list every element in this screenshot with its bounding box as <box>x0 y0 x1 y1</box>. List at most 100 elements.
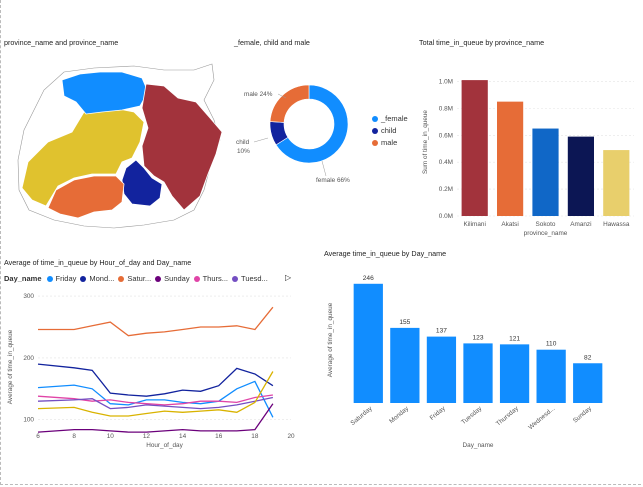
y-tick-label: 0.0M <box>439 213 453 220</box>
line-legend-item[interactable]: Satur... <box>118 274 151 283</box>
x-tick-label: 18 <box>251 433 259 440</box>
x-tick-label: Friday <box>429 405 448 422</box>
bar-amanzi[interactable] <box>567 136 594 216</box>
legend-dot <box>46 275 53 282</box>
day-bar-title: Average time_in_queue by Day_name <box>324 249 447 258</box>
x-tick-label: 16 <box>215 433 223 440</box>
data-label: 123 <box>472 334 483 341</box>
legend-label: Satur... <box>127 274 152 283</box>
line-legend-item[interactable]: Thurs... <box>193 274 229 283</box>
legend-label: Mond... <box>89 274 115 283</box>
donut-label-female: female 66% <box>316 177 350 184</box>
x-tick-label: Monday <box>388 405 411 425</box>
legend-dot <box>80 275 87 282</box>
line-legend-title: Day_name <box>4 274 42 283</box>
line-legend-item[interactable]: Sunday <box>155 274 190 283</box>
legend-dot <box>372 127 378 134</box>
legend-label: Friday <box>55 274 77 283</box>
legend-dot <box>372 139 378 146</box>
donut-title: _female, child and male <box>234 38 310 47</box>
donut-visual[interactable]: _female, child and male male 24% child 10%… <box>234 38 408 198</box>
y-tick-label: 0.2M <box>439 186 453 193</box>
line-title: Average of time_in_queue by Hour_of_day … <box>4 258 192 267</box>
y-tick-label: 100 <box>23 417 34 424</box>
province-bar-chart[interactable]: 0.0M 0.2M 0.4M 0.6M 0.8M 1.0M Kilimani Akatsi So… <box>419 48 639 238</box>
y-tick-label: 200 <box>23 355 34 362</box>
bar-hawassa[interactable] <box>603 150 630 216</box>
data-label: 155 <box>399 319 410 326</box>
bar-kilimani[interactable] <box>461 80 488 216</box>
province-bar-visual[interactable]: Total time_in_queue by province_name 0.0… <box>419 38 639 238</box>
x-tick-label: Tuesday <box>460 405 484 426</box>
donut-legend: _female child male <box>372 114 408 147</box>
line-chart[interactable]: 100 200 300 6 8 10 12 14 16 18 20 Hour_of_day Averag… <box>4 285 298 460</box>
line-series-monday[interactable] <box>37 363 274 397</box>
x-tick-label: Thursday <box>495 405 521 428</box>
leader-line <box>321 160 327 177</box>
x-tick-label: 20 <box>287 433 295 440</box>
donut-legend-item-child[interactable]: child <box>372 126 408 135</box>
x-axis-title: Hour_of_day <box>146 442 183 449</box>
legend-label: Thurs... <box>202 274 229 283</box>
bar-sokoto[interactable] <box>532 128 559 216</box>
map-title: province_name and province_name <box>4 38 119 47</box>
bar-friday[interactable] <box>426 336 457 403</box>
x-tick-label: 6 <box>36 433 40 440</box>
line-series-wednesday[interactable] <box>37 371 274 417</box>
data-label: 246 <box>363 275 374 282</box>
x-tick-label: Sunday <box>572 405 594 425</box>
region-sokoto <box>61 71 149 115</box>
x-axis-title: province_name <box>524 230 568 237</box>
line-legend-item[interactable]: Mond... <box>80 274 114 283</box>
bar-tuesday[interactable] <box>463 343 493 403</box>
legend-dot <box>372 115 378 122</box>
donut-slice-male[interactable] <box>269 84 310 123</box>
bar-sunday[interactable] <box>573 363 603 403</box>
day-bar-visual[interactable]: Average time_in_queue by Day_name 246 Sat… <box>324 249 636 459</box>
bar-saturday[interactable] <box>353 283 383 403</box>
bar-wednesd[interactable] <box>536 349 566 403</box>
line-series-saturday[interactable] <box>38 306 274 337</box>
legend-label: Sunday <box>164 274 190 283</box>
y-tick-label: 0.4M <box>439 159 453 166</box>
donut-legend-item-female[interactable]: _female <box>372 114 408 123</box>
legend-label: Tuesd... <box>241 274 268 283</box>
province-map[interactable] <box>4 50 229 230</box>
bar-thursday[interactable] <box>499 344 530 403</box>
legend-dot <box>118 275 125 282</box>
x-tick-label: Amanzi <box>570 221 591 228</box>
x-tick-label: 14 <box>179 433 187 440</box>
line-visual[interactable]: Average of time_in_queue by Hour_of_day … <box>4 258 298 458</box>
map-visual[interactable]: province_name and province_name <box>4 38 229 229</box>
y-tick-label: 0.6M <box>439 132 453 139</box>
data-label: 121 <box>509 335 520 342</box>
x-tick-label: Saturday <box>349 405 374 427</box>
x-tick-label: 10 <box>107 433 115 440</box>
legend-dot <box>232 275 239 282</box>
donut-label-child-pct: 10% <box>237 148 250 155</box>
day-bar-chart[interactable]: 246 Saturday 155 Monday 137 Friday 123 Tuesday 1… <box>324 259 636 459</box>
y-axis-title: Average of time_in_queue <box>327 302 334 377</box>
x-tick-label: Akatsi <box>501 221 518 228</box>
y-axis-title: Sum of time_in_queue <box>422 110 429 174</box>
line-legend-items: Friday Mond... Satur... Sunday Thurs... Tuesd… <box>46 274 272 283</box>
legend-label: _female <box>381 114 408 123</box>
legend-label: male <box>381 138 398 147</box>
x-tick-label: Sokoto <box>536 221 556 228</box>
legend-next-arrow-icon[interactable]: ▷ <box>285 273 291 282</box>
legend-dot <box>193 275 200 282</box>
donut-label-child: child <box>236 139 250 146</box>
data-label: 110 <box>546 341 557 348</box>
line-legend-item[interactable]: Friday <box>46 274 77 283</box>
line-legend-item[interactable]: Tuesd... <box>232 274 268 283</box>
y-tick-label: 0.8M <box>439 105 453 112</box>
x-tick-label: Wednesd... <box>527 405 556 431</box>
data-label: 82 <box>584 354 592 361</box>
bar-akatsi[interactable] <box>497 101 524 216</box>
x-axis-title: Day_name <box>463 442 494 449</box>
y-tick-label: 1.0M <box>439 78 453 85</box>
x-tick-label: Kilimani <box>464 221 486 228</box>
donut-legend-item-male[interactable]: male <box>372 138 408 147</box>
bar-monday[interactable] <box>390 327 420 403</box>
data-label: 137 <box>436 328 447 335</box>
